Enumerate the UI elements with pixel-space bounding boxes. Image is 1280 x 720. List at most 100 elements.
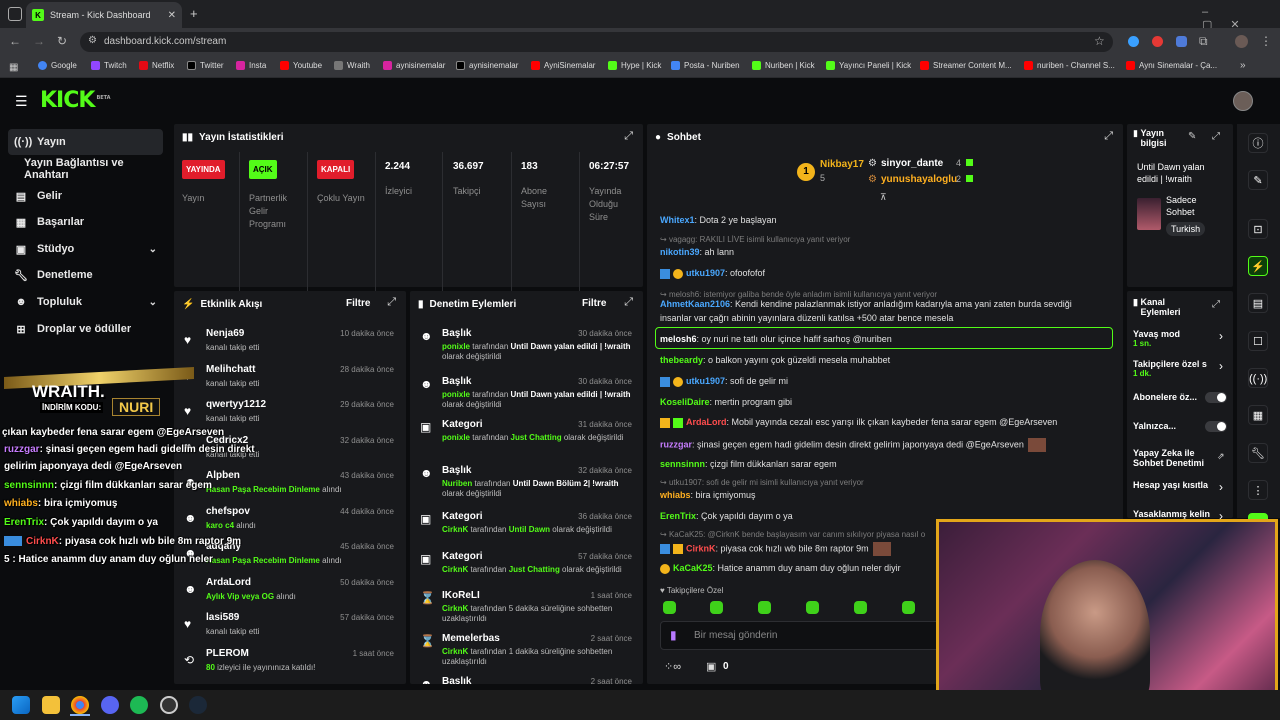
bookmark-item[interactable]: Nuriben | Kick [752, 61, 815, 70]
mod-action-item[interactable]: ☻ Başlık 30 dakika önce ponixle tarafından … [410, 373, 642, 417]
expand-icon[interactable]: ⤢ [624, 130, 633, 143]
bookmark-item[interactable]: Yayıncı Paneli | Kick [826, 61, 911, 70]
mod-action-item[interactable]: ▣ Kategori 36 dakika önce CirknK tarafından… [410, 508, 642, 552]
user-avatar[interactable] [1233, 91, 1253, 111]
bookmark-item[interactable]: Twitch [91, 61, 127, 70]
emote-icon[interactable] [710, 601, 723, 614]
emote-icon[interactable] [758, 601, 771, 614]
mod-action-item[interactable]: ☻ Başlık 32 dakika önce Nuriben tarafından … [410, 462, 642, 506]
expand-icon[interactable]: ⤢ [624, 296, 633, 309]
target-icon[interactable]: ⊡ [1248, 219, 1268, 239]
chat-message[interactable]: utku1907: ofoofofof [660, 268, 765, 279]
bookmark-item[interactable]: nuriben - Channel S... [1024, 61, 1115, 70]
mod-action-item[interactable]: ▣ Kategori 31 dakika önce ponixle tarafında… [410, 416, 642, 460]
channel-action-item[interactable]: Yavaş mod 1 sn. › [1133, 329, 1229, 355]
top-gifter-name[interactable]: sinyor_dante [881, 158, 943, 169]
chat-message[interactable]: AhmetKaan2106: Kendi kendine palazlanmak… [660, 299, 1072, 309]
chat-message[interactable]: melosh6: oy nuri ne tatlı olur içince ha… [660, 334, 892, 344]
chat-message[interactable]: ErenTrix: Çok yapıldı dayım o ya [660, 511, 793, 521]
profile-avatar-icon[interactable] [1235, 35, 1248, 48]
site-info-icon[interactable]: ⚙ [88, 35, 97, 46]
activity-item[interactable]: ♥ Nenja69 kanalı takip etti 10 dakika önce [174, 325, 400, 359]
bookmark-item[interactable]: Netflix [139, 61, 174, 70]
expand-icon[interactable]: ⤢ [387, 296, 396, 309]
sidebar-item-basarilar[interactable]: ▦ Başarılar [8, 209, 163, 235]
sidebar-item-denetleme[interactable]: 🔧︎ Denetleme [8, 262, 163, 288]
tab-search-icon[interactable] [8, 7, 22, 21]
browser-tab[interactable]: K Stream - Kick Dashboard ✕ [26, 2, 182, 28]
extension-icon[interactable] [1128, 36, 1139, 47]
windows-start-icon[interactable] [12, 696, 30, 714]
channel-action-item[interactable]: Yalnızca... [1133, 421, 1229, 447]
chat-message[interactable]: utku1907: sofi de gelir mi [660, 376, 788, 387]
channel-action-item[interactable]: Yapay Zeka ile Sohbet Denetimi ⇗ [1133, 448, 1229, 474]
edit-icon[interactable]: ✎ [1248, 170, 1268, 190]
bookmark-item[interactable]: aynisinemalar [456, 61, 518, 70]
expand-icon[interactable]: ⤢ [1212, 299, 1220, 310]
activity-item[interactable]: ☻ ArdaLord Aylık Vip veya OG alındı 50 daki… [174, 574, 400, 608]
chat-message[interactable]: nikotin39: ah lann [660, 247, 734, 257]
expand-icon[interactable]: ⤢ [1212, 131, 1220, 142]
infinity-icon[interactable]: ⁘∞ [664, 660, 681, 673]
top-gifter-name[interactable]: Nikbay17 [820, 159, 864, 170]
sidebar-item-gelir[interactable]: ▤ Gelir [8, 183, 163, 209]
edit-pencil-icon[interactable]: ✎ [1188, 131, 1196, 142]
bookmark-item[interactable]: Google [38, 61, 77, 70]
bookmark-item[interactable]: Streamer Content M... [920, 61, 1012, 70]
forward-icon[interactable]: → [33, 34, 45, 48]
emote-icon[interactable] [902, 601, 915, 614]
more-icon[interactable]: ⋮ [1248, 480, 1268, 500]
kick-logo[interactable]: KICK BETA [40, 88, 111, 113]
filter-button[interactable]: Filtre [582, 298, 606, 309]
toggle-switch[interactable] [1205, 421, 1227, 432]
chat-message[interactable]: KoseliDaire: mertin program gibi [660, 397, 792, 407]
steam-icon[interactable] [189, 696, 207, 714]
bookmark-item[interactable]: Wraith [334, 61, 370, 70]
clipboard-icon[interactable]: ▤ [1248, 293, 1268, 313]
mod-action-item[interactable]: ▣ Kategori 57 dakika önce CirknK tarafından… [410, 548, 642, 592]
bookmark-item[interactable]: Hype | Kick [608, 61, 661, 70]
pin-icon[interactable]: ⊼ [880, 192, 887, 203]
chat-message[interactable]: KaCaK25: Hatice anamm duy anam duy oğlun… [660, 563, 901, 574]
expand-icon[interactable]: ⤢ [1104, 130, 1113, 143]
bookmark-star-icon[interactable]: ☆ [1094, 34, 1105, 48]
chat-message[interactable]: insanlar var çağrı abinin yayınlara düze… [660, 313, 953, 323]
bookmark-item[interactable]: Youtube [280, 61, 322, 70]
sidebar-item-studyo[interactable]: ▣ Stüdyo ⌄ [8, 236, 163, 262]
chat-message[interactable]: sennsinnn: çizgi film dükkanları sarar e… [660, 459, 837, 469]
quick-action-icon[interactable]: ⚡ [1248, 256, 1268, 276]
chat-icon[interactable]: ☐ [1248, 331, 1268, 351]
info-icon[interactable]: ⓘ [1248, 133, 1268, 153]
emote-icon[interactable] [663, 601, 676, 614]
close-tab-icon[interactable]: ✕ [168, 10, 176, 21]
menu-dots-icon[interactable]: ⋮ [1260, 34, 1272, 48]
broadcast-icon[interactable]: ((·)) [1248, 368, 1268, 388]
activity-item[interactable]: ☻ chefspov karo c4 alındı 44 dakika önce [174, 503, 400, 537]
top-gifter-name[interactable]: yunushayaloglu [881, 174, 957, 185]
sidebar-item-topluluk[interactable]: ☻ Topluluk ⌄ [8, 289, 163, 315]
extension-icon[interactable] [1176, 36, 1187, 47]
mod-action-item[interactable]: ⌛ Memelerbas 2 saat önce CirknK tarafından … [410, 630, 642, 674]
activity-item[interactable]: ♥ qwertyy1212 kanalı takip etti 29 dakika ö… [174, 396, 400, 430]
filter-button[interactable]: Filtre [346, 298, 370, 309]
mod-action-item[interactable]: ☻ Başlık 30 dakika önce ponixle tarafından … [410, 325, 642, 369]
new-tab-button[interactable]: + [190, 6, 198, 21]
bookmark-item[interactable]: Aynı Sinemalar - Ça... [1126, 61, 1217, 70]
channel-action-item[interactable]: Abonelere öz... [1133, 392, 1229, 418]
emote-icon[interactable] [806, 601, 819, 614]
bookmark-item[interactable]: Insta [236, 61, 266, 70]
back-icon[interactable]: ← [9, 34, 21, 48]
activity-item[interactable]: ♥ lasi589 kanalı takip etti 57 dakika önce [174, 609, 400, 643]
bookmarks-overflow-icon[interactable]: » [1240, 60, 1246, 71]
discord-icon[interactable] [101, 696, 119, 714]
obs-icon[interactable] [160, 696, 178, 714]
bookmark-item[interactable]: AyniSinemalar [531, 61, 595, 70]
hamburger-menu-icon[interactable]: ☰ [15, 93, 28, 110]
activity-item[interactable]: ♥Melihchattkanalı takip etti28 dakika ön… [174, 361, 400, 395]
bookmark-item[interactable]: Posta - Nuriben [671, 61, 740, 70]
chat-message[interactable]: Whitex1: Dota 2 ye başlayan [660, 215, 777, 225]
bookmark-item[interactable]: aynisinemalar [383, 61, 445, 70]
channel-action-item[interactable]: Hesap yaşı kısıtla › [1133, 480, 1229, 506]
sidebar-item-stream-key[interactable]: Yayın Bağlantısı ve Anahtarı [8, 156, 163, 182]
spotify-icon[interactable] [130, 696, 148, 714]
